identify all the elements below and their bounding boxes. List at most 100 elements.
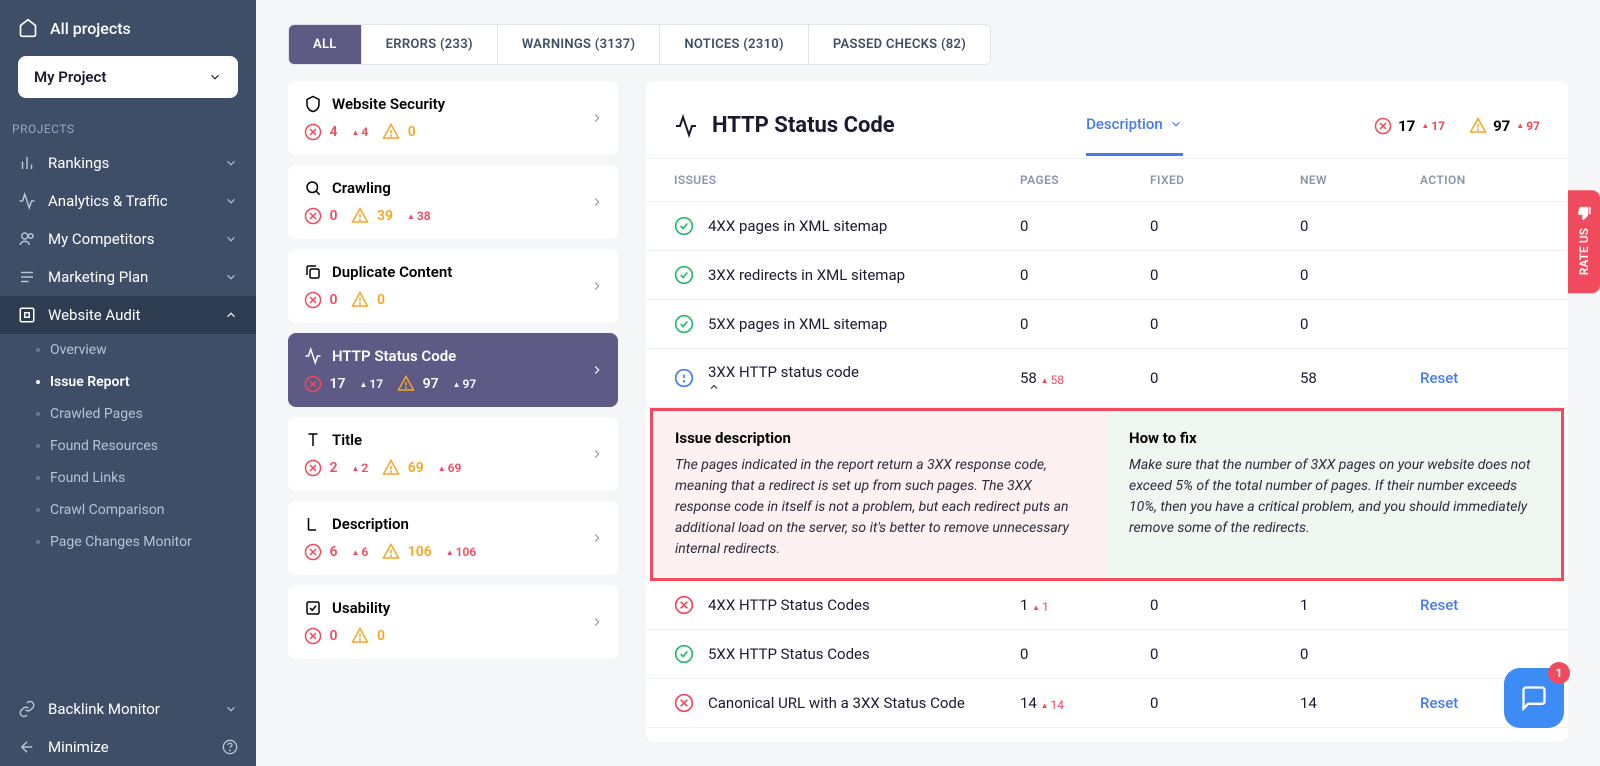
nav-competitors[interactable]: My Competitors xyxy=(0,220,256,258)
tab-errors[interactable]: ERRORS (233) xyxy=(362,25,498,64)
status-icon xyxy=(674,314,694,334)
status-icon xyxy=(674,595,694,615)
pages-cell: 0 xyxy=(1020,645,1150,663)
sub-found-resources[interactable]: Found Resources xyxy=(18,430,256,462)
pages-cell: 14 14 xyxy=(1020,694,1150,713)
category-stats: 0 3938 xyxy=(304,207,602,225)
category-stats: 66 106106 xyxy=(304,543,602,561)
chevron-right-icon xyxy=(590,195,604,209)
issue-explanation: Issue descriptionThe pages indicated in … xyxy=(650,408,1564,581)
fix-heading: How to fix xyxy=(1129,429,1539,447)
sub-issue-report[interactable]: Issue Report xyxy=(18,366,256,398)
sub-crawl-comparison[interactable]: Crawl Comparison xyxy=(18,494,256,526)
description-dropdown[interactable]: Description xyxy=(1086,115,1183,156)
chat-badge: 1 xyxy=(1548,662,1570,684)
error-icon xyxy=(1374,117,1392,135)
new-cell: 0 xyxy=(1300,645,1420,663)
sub-crawled-pages[interactable]: Crawled Pages xyxy=(18,398,256,430)
col-fixed: FIXED xyxy=(1150,173,1300,187)
category-icon xyxy=(304,515,322,533)
reset-button[interactable]: Reset xyxy=(1420,694,1458,712)
table-row[interactable]: Canonical URL with a 3XX Status Code 14 1… xyxy=(646,679,1568,728)
new-cell: 14 xyxy=(1300,694,1420,712)
category-stats: 22 6969 xyxy=(304,459,602,477)
chevron-right-icon xyxy=(590,615,604,629)
head-warn-count: 9797 xyxy=(1469,117,1540,135)
table-row[interactable]: 5XX pages in XML sitemap000 xyxy=(646,300,1568,349)
category-card[interactable]: Title 22 6969 xyxy=(288,417,618,491)
chevron-down-icon xyxy=(224,194,238,208)
help-icon[interactable] xyxy=(222,739,238,755)
category-card[interactable]: HTTP Status Code 1717 9797 xyxy=(288,333,618,407)
desc-body: The pages indicated in the report return… xyxy=(675,455,1085,560)
nav-marketing-plan[interactable]: Marketing Plan xyxy=(0,258,256,296)
sub-overview[interactable]: Overview xyxy=(18,334,256,366)
col-issues: ISSUES xyxy=(674,173,1020,187)
status-icon xyxy=(674,368,694,388)
sidebar: All projects My Project PROJECTS Ranking… xyxy=(0,0,256,766)
sub-page-changes[interactable]: Page Changes Monitor xyxy=(18,526,256,558)
new-cell: 58 xyxy=(1300,369,1420,387)
nav-backlink-monitor[interactable]: Backlink Monitor xyxy=(0,690,256,728)
sub-found-links[interactable]: Found Links xyxy=(18,462,256,494)
issue-name: 5XX pages in XML sitemap xyxy=(708,315,887,333)
category-card[interactable]: Usability 0 0 xyxy=(288,585,618,659)
head-error-count: 1717 xyxy=(1374,117,1445,135)
chevron-right-icon xyxy=(590,447,604,461)
issue-name: Canonical URL with a 3XX Status Code xyxy=(708,694,965,712)
minimize-button[interactable]: Minimize xyxy=(0,728,256,766)
category-title: Usability xyxy=(332,599,390,617)
chevron-right-icon xyxy=(590,279,604,293)
tab-notices[interactable]: NOTICES (2310) xyxy=(660,25,809,64)
chat-button[interactable]: 1 xyxy=(1504,668,1564,728)
tab-passed[interactable]: PASSED CHECKS (82) xyxy=(809,25,990,64)
pages-cell: 0 xyxy=(1020,266,1150,284)
nav-rankings[interactable]: Rankings xyxy=(0,144,256,182)
category-title: HTTP Status Code xyxy=(332,347,456,365)
new-cell: 0 xyxy=(1300,315,1420,333)
table-row[interactable]: 3XX HTTP status code 58 58058Reset xyxy=(646,349,1568,408)
category-stats: 44 0 xyxy=(304,123,602,141)
table-row[interactable]: 3XX redirects in XML sitemap000 xyxy=(646,251,1568,300)
table-row[interactable]: 4XX HTTP Status Codes1 101Reset xyxy=(646,581,1568,630)
fixed-cell: 0 xyxy=(1150,315,1300,333)
reset-button[interactable]: Reset xyxy=(1420,596,1458,614)
warning-icon xyxy=(1469,117,1487,135)
tab-warnings[interactable]: WARNINGS (3137) xyxy=(498,25,661,64)
category-card[interactable]: Duplicate Content 0 0 xyxy=(288,249,618,323)
project-dropdown[interactable]: My Project xyxy=(18,56,238,98)
new-cell: 1 xyxy=(1300,596,1420,614)
category-stats: 0 0 xyxy=(304,627,602,645)
category-card[interactable]: Crawling 0 3938 xyxy=(288,165,618,239)
category-icon xyxy=(304,263,322,281)
tab-all[interactable]: ALL xyxy=(289,25,362,64)
fixed-cell: 0 xyxy=(1150,694,1300,712)
nav-website-audit[interactable]: Website Audit xyxy=(0,296,256,334)
all-projects-link[interactable]: All projects xyxy=(0,0,256,56)
rate-us-tab[interactable]: RATE US xyxy=(1568,190,1600,293)
pages-cell: 58 58 xyxy=(1020,369,1150,388)
projects-label: PROJECTS xyxy=(0,114,256,144)
reset-button[interactable]: Reset xyxy=(1420,369,1458,387)
new-cell: 0 xyxy=(1300,266,1420,284)
issue-name: 3XX HTTP status code xyxy=(708,363,859,393)
fixed-cell: 0 xyxy=(1150,645,1300,663)
status-icon xyxy=(674,693,694,713)
category-card[interactable]: Description 66 106106 xyxy=(288,501,618,575)
nav-analytics-traffic[interactable]: Analytics & Traffic xyxy=(0,182,256,220)
category-card[interactable]: Website Security 44 0 xyxy=(288,81,618,155)
fixed-cell: 0 xyxy=(1150,369,1300,387)
issue-name: 4XX pages in XML sitemap xyxy=(708,217,887,235)
category-stats: 0 0 xyxy=(304,291,602,309)
status-icon xyxy=(674,265,694,285)
table-row[interactable]: 4XX pages in XML sitemap000 xyxy=(646,202,1568,251)
pages-cell: 1 1 xyxy=(1020,596,1150,615)
chevron-up-icon xyxy=(224,308,238,322)
activity-icon xyxy=(18,192,36,210)
table-row[interactable]: 5XX HTTP Status Codes000 xyxy=(646,630,1568,679)
chevron-down-icon xyxy=(208,70,222,84)
list-icon xyxy=(18,268,36,286)
chevron-down-icon xyxy=(1169,117,1183,131)
status-icon xyxy=(674,216,694,236)
category-title: Duplicate Content xyxy=(332,263,452,281)
